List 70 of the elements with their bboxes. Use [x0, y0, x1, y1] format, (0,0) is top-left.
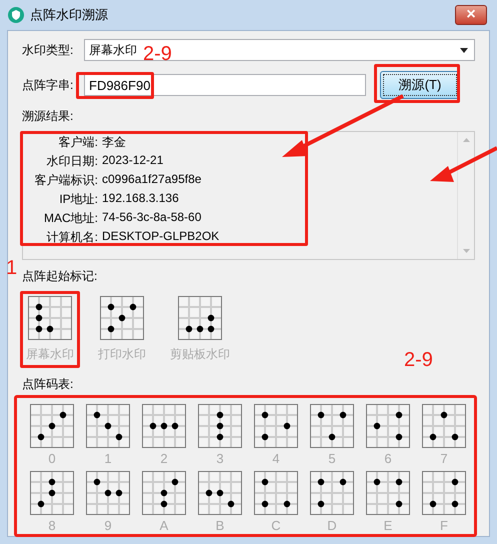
dot-matrix-icon: [198, 404, 242, 448]
dot-string-field[interactable]: FD986F90: [84, 74, 366, 96]
code-label: 9: [104, 518, 112, 533]
code-label: 1: [104, 451, 112, 466]
dot-matrix-icon: [310, 471, 354, 515]
dot-matrix-icon: [366, 471, 410, 515]
dot-matrix-icon: [86, 404, 130, 448]
result-label: IP地址:: [58, 191, 98, 208]
scroll-up-arrow-icon[interactable]: [462, 138, 470, 142]
code-label: 7: [440, 451, 448, 466]
result-label: 客户端标识:: [34, 172, 98, 189]
window-title: 点阵水印溯源: [30, 6, 109, 24]
code-label: 3: [216, 451, 224, 466]
result-label: 客户端:: [58, 134, 98, 151]
scroll-down-arrow-icon[interactable]: [462, 249, 470, 253]
start-mark-item[interactable]: 剪贴板水印: [164, 291, 236, 368]
code-label: C: [271, 518, 281, 533]
section-label: 点阵码表:: [22, 376, 74, 393]
dot-matrix-icon: [198, 471, 242, 515]
result-label: 计算机名:: [46, 229, 98, 246]
dot-matrix-icon: [100, 296, 144, 340]
start-mark-label: 打印水印: [98, 346, 146, 363]
start-mark-label: 剪贴板水印: [170, 346, 230, 363]
dropdown-arrow-icon: [460, 48, 468, 52]
dot-matrix-icon: [254, 471, 298, 515]
annotation-arrow: [428, 146, 497, 184]
code-label: A: [160, 518, 168, 533]
code-label: 2: [160, 451, 168, 466]
code-label: D: [327, 518, 337, 533]
result-value: 2023-12-21: [102, 153, 164, 169]
trace-button[interactable]: 溯源(T): [380, 71, 460, 99]
result-value: 74-56-3c-8a-58-60: [102, 210, 202, 226]
annotation-text: 2-9: [404, 350, 433, 370]
section-label: 点阵起始标记:: [22, 268, 98, 285]
code-label: 0: [48, 451, 56, 466]
code-label: 8: [48, 518, 56, 533]
code-label: F: [440, 518, 448, 533]
dot-matrix-icon: [422, 471, 466, 515]
dot-matrix-icon: [142, 404, 186, 448]
annotation-text: 2-9: [143, 44, 172, 64]
code-label: 5: [328, 451, 336, 466]
code-label: 6: [384, 451, 392, 466]
shield-icon: [8, 7, 24, 23]
result-label: MAC地址:: [43, 210, 98, 227]
field-label: 水印类型:: [22, 42, 74, 58]
dot-matrix-icon: [30, 404, 74, 448]
section-label: 溯源结果:: [22, 108, 74, 125]
field-label: 点阵字串:: [22, 76, 74, 94]
result-value: DESKTOP-GLPB2OK: [102, 229, 220, 245]
start-mark-item[interactable]: 屏幕水印: [20, 291, 80, 368]
dot-matrix-icon: [178, 296, 222, 340]
dot-matrix-icon: [310, 404, 354, 448]
code-label: B: [216, 518, 224, 533]
result-value: c0996a1f27a95f8e: [102, 172, 202, 188]
code-label: E: [384, 518, 392, 533]
dot-matrix-icon: [142, 471, 186, 515]
result-value: 192.168.3.136: [102, 191, 180, 207]
dot-matrix-icon: [30, 471, 74, 515]
result-value: 李金: [102, 134, 127, 151]
dot-matrix-icon: [28, 296, 72, 340]
annotation-text: 1: [6, 258, 18, 278]
start-mark-label: 屏幕水印: [26, 346, 74, 363]
result-label: 水印日期:: [46, 153, 98, 170]
dot-matrix-icon: [86, 471, 130, 515]
code-label: 4: [272, 451, 280, 466]
start-mark-item[interactable]: 打印水印: [92, 291, 152, 368]
dot-matrix-icon: [422, 404, 466, 448]
close-button[interactable]: ×: [455, 5, 487, 25]
dot-matrix-icon: [366, 404, 410, 448]
dot-matrix-icon: [254, 404, 298, 448]
